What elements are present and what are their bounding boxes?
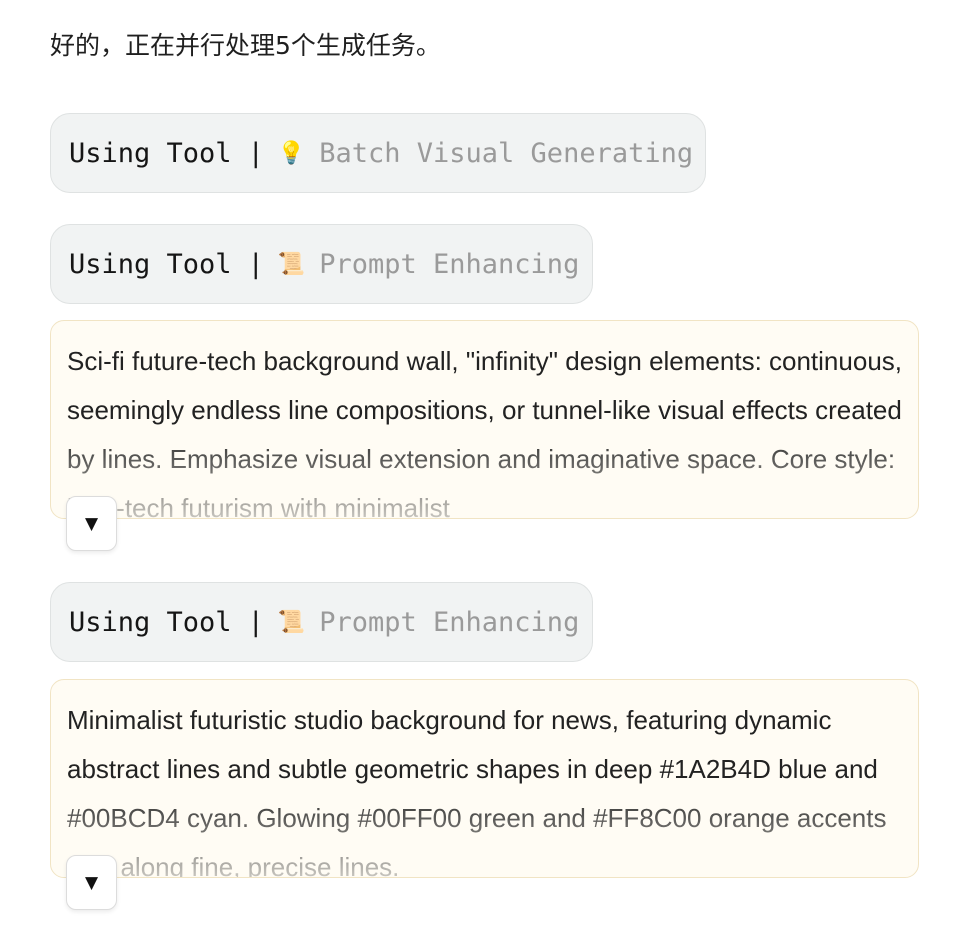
tool-name-label: Prompt Enhancing xyxy=(319,248,580,280)
tool-prefix-label: Using Tool xyxy=(69,137,232,169)
scroll-icon: 📜 xyxy=(277,251,306,277)
tool-name-label: Batch Visual Generating xyxy=(319,137,694,169)
chevron-down-icon: ▼ xyxy=(84,872,99,893)
enhanced-prompt-box: Sci-fi future-tech background wall, "inf… xyxy=(50,320,919,519)
tool-name-label: Prompt Enhancing xyxy=(319,606,580,638)
tool-separator: | xyxy=(247,137,264,169)
enhanced-prompt-text: Minimalist futuristic studio background … xyxy=(67,705,887,878)
assistant-message-text: 好的，正在并行处理5个生成任务。 xyxy=(50,31,441,60)
tool-call-prompt-enhancing[interactable]: Using Tool | 📜 Prompt Enhancing xyxy=(50,224,593,304)
tool-call-batch-visual-generating[interactable]: Using Tool | 💡 Batch Visual Generating xyxy=(50,113,706,193)
enhanced-prompt-box: Minimalist futuristic studio background … xyxy=(50,679,919,878)
tool-separator: | xyxy=(247,248,264,280)
enhanced-prompt-text: Sci-fi future-tech background wall, "inf… xyxy=(67,346,902,519)
lightbulb-icon: 💡 xyxy=(277,140,306,166)
expand-prompt-button[interactable]: ▼ xyxy=(66,855,117,910)
scroll-icon: 📜 xyxy=(277,609,306,635)
chevron-down-icon: ▼ xyxy=(84,513,99,534)
tool-prefix-label: Using Tool xyxy=(69,606,232,638)
tool-separator: | xyxy=(247,606,264,638)
tool-call-prompt-enhancing[interactable]: Using Tool | 📜 Prompt Enhancing xyxy=(50,582,593,662)
expand-prompt-button[interactable]: ▼ xyxy=(66,496,117,551)
tool-prefix-label: Using Tool xyxy=(69,248,232,280)
